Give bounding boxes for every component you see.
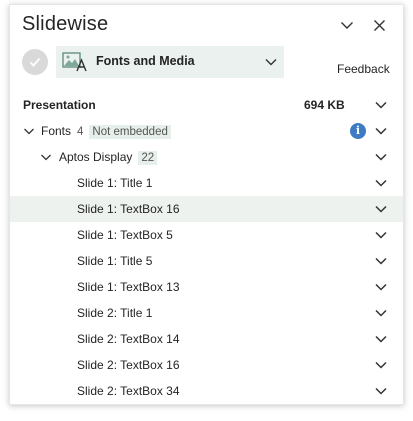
font-family-row[interactable]: Aptos Display 22	[10, 144, 403, 170]
collapse-pane-button[interactable]	[337, 15, 357, 35]
font-family-label: Aptos Display	[59, 150, 133, 164]
view-selector-dropdown[interactable]: Fonts and Media	[56, 46, 284, 78]
list-item[interactable]: Slide 1: TextBox 16	[10, 196, 403, 222]
fonts-row[interactable]: Fonts 4 Not embedded i	[10, 118, 403, 144]
list-item[interactable]: Slide 2: TextBox 16	[10, 352, 403, 378]
info-icon[interactable]: i	[350, 123, 366, 139]
embed-status-badge: Not embedded	[89, 125, 171, 139]
chevron-down-icon[interactable]	[374, 150, 388, 164]
chevron-down-icon[interactable]	[374, 202, 388, 216]
presentation-size: 694 KB	[304, 98, 345, 112]
chevron-down-icon[interactable]	[374, 124, 388, 138]
list-item-label: Slide 1: Title 1	[77, 176, 153, 190]
pane-title-bar: Slidewise	[10, 5, 403, 45]
pane-title: Slidewise	[22, 13, 109, 35]
slidewise-task-pane: Slidewise Fonts and Media Feedback Prese…	[9, 4, 404, 405]
view-selector-label: Fonts and Media	[96, 54, 195, 68]
checkmark-icon	[29, 57, 41, 67]
chevron-down-icon[interactable]	[23, 125, 35, 137]
presentation-row[interactable]: Presentation 694 KB	[10, 92, 403, 118]
close-pane-button[interactable]	[369, 15, 389, 35]
font-family-label-group: Aptos Display 22	[59, 150, 158, 165]
chevron-down-icon[interactable]	[374, 306, 388, 320]
font-family-count: 22	[138, 151, 158, 165]
chevron-down-icon[interactable]	[374, 254, 388, 268]
list-item[interactable]: Slide 1: Title 5	[10, 248, 403, 274]
chevron-down-icon[interactable]	[374, 98, 388, 112]
chevron-down-icon[interactable]	[40, 151, 52, 163]
list-item[interactable]: Slide 1: Title 1	[10, 170, 403, 196]
list-item-label: Slide 1: TextBox 5	[77, 228, 173, 242]
list-item-label: Slide 1: Title 5	[77, 254, 153, 268]
fonts-label: Fonts	[41, 124, 72, 138]
list-item-label: Slide 2: TextBox 14	[77, 332, 180, 346]
list-item[interactable]: Slide 2: Title 1	[10, 300, 403, 326]
fonts-label-group: Fonts 4 Not embedded	[41, 124, 171, 139]
list-item[interactable]: Slide 1: TextBox 13	[10, 274, 403, 300]
list-item-label: Slide 1: TextBox 16	[77, 202, 180, 216]
chevron-down-icon[interactable]	[374, 280, 388, 294]
chevron-down-icon	[265, 59, 277, 66]
list-item[interactable]: Slide 1: TextBox 5	[10, 222, 403, 248]
pane-toolbar: Fonts and Media Feedback	[10, 45, 403, 81]
fonts-count: 4	[77, 126, 84, 138]
chevron-down-icon[interactable]	[374, 358, 388, 372]
chevron-down-icon[interactable]	[374, 332, 388, 346]
check-button[interactable]	[22, 49, 48, 75]
chevron-down-icon	[341, 22, 353, 29]
fonts-and-media-icon	[62, 52, 87, 72]
list-item-label: Slide 2: TextBox 16	[77, 358, 180, 372]
list-item-label: Slide 2: TextBox 34	[77, 384, 180, 398]
presentation-label: Presentation	[23, 98, 96, 112]
feedback-link[interactable]: Feedback	[337, 62, 390, 76]
list-item[interactable]: Slide 2: TextBox 34	[10, 378, 403, 404]
close-icon	[373, 19, 385, 31]
chevron-down-icon[interactable]	[374, 176, 388, 190]
chevron-down-icon[interactable]	[374, 228, 388, 242]
list-item-label: Slide 1: TextBox 13	[77, 280, 180, 294]
list-item[interactable]: Slide 2: TextBox 14	[10, 326, 403, 352]
list-item-label: Slide 2: Title 1	[77, 306, 153, 320]
chevron-down-icon[interactable]	[374, 384, 388, 398]
